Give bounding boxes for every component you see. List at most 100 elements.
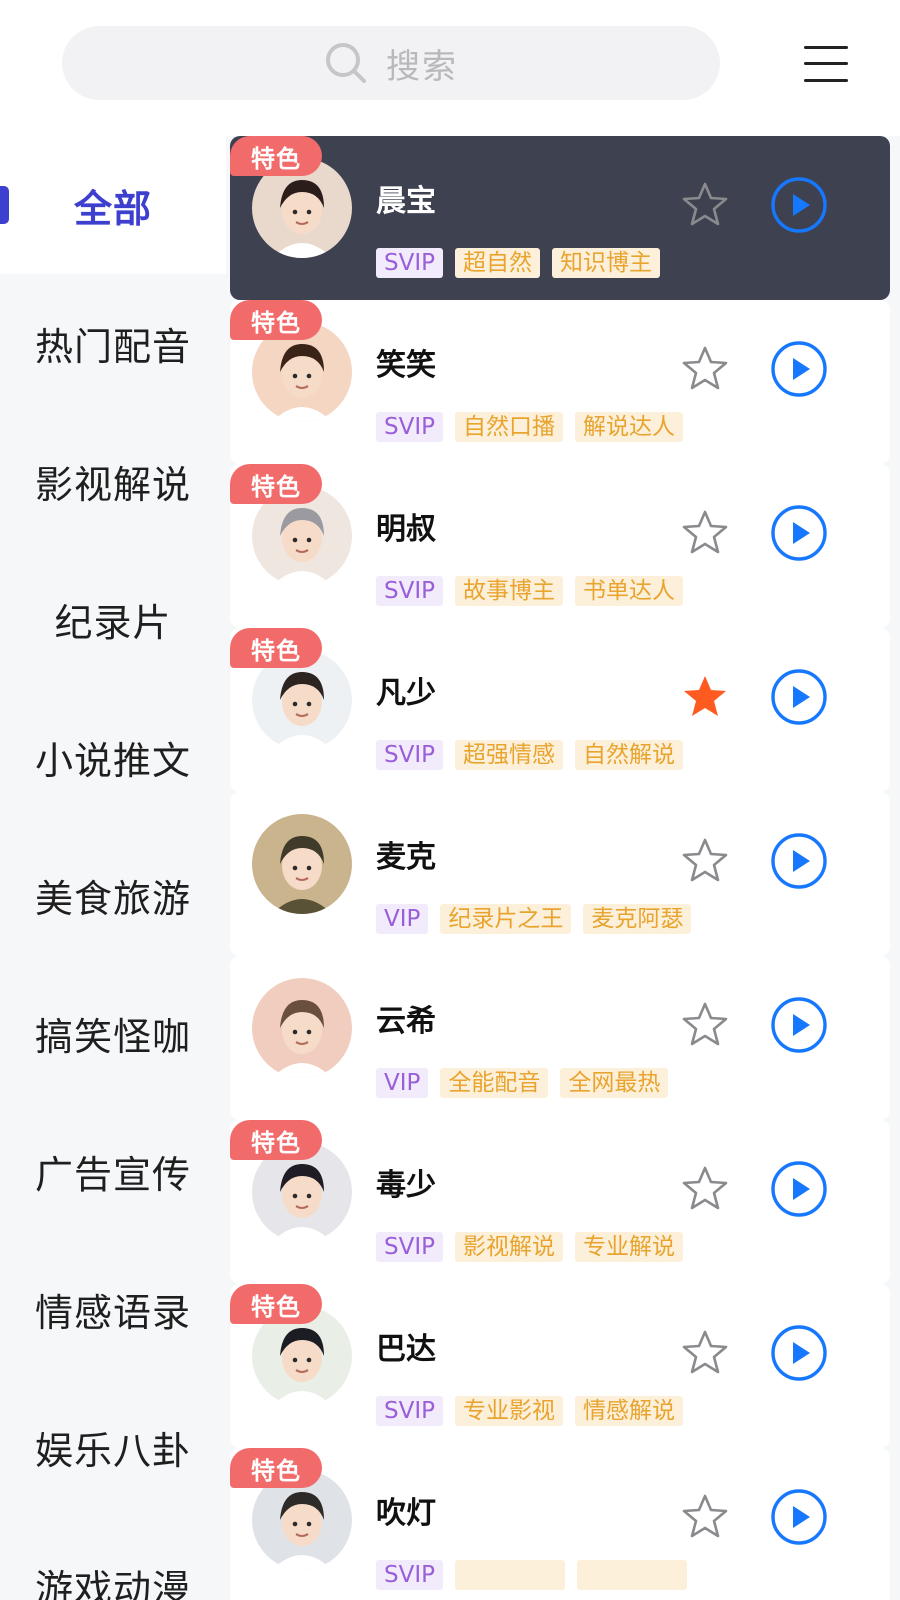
- featured-badge: 特色: [230, 628, 322, 668]
- sidebar-item-category[interactable]: 情感语录: [0, 1240, 226, 1378]
- voice-tags: SVIP 专业影视 情感解说: [376, 1396, 683, 1426]
- voice-card[interactable]: 云希 VIP 全能配音 全网最热: [230, 956, 890, 1120]
- sidebar-item-category[interactable]: 游戏动漫: [0, 1516, 226, 1600]
- feature-tag: 书单达人: [575, 576, 683, 606]
- feature-tag: 专业影视: [455, 1396, 563, 1426]
- voice-name: 云希: [376, 1004, 436, 1039]
- search-inner: 搜索: [324, 26, 458, 100]
- voice-tags: VIP 全能配音 全网最热: [376, 1068, 669, 1098]
- featured-badge: 特色: [230, 1448, 322, 1488]
- feature-tag: 全网最热: [560, 1068, 669, 1098]
- voice-card[interactable]: 特色巴达 SVIP 专业影视 情感解说: [230, 1284, 890, 1448]
- feature-tag: 自然口播: [455, 412, 563, 442]
- star-icon[interactable]: [680, 508, 730, 558]
- voice-tags: SVIP 超强情感 自然解说: [376, 740, 683, 770]
- featured-badge: 特色: [230, 1120, 322, 1160]
- play-circle-icon[interactable]: [770, 832, 828, 890]
- star-icon[interactable]: [680, 180, 730, 230]
- voice-tags: SVIP 影视解说 专业解说: [376, 1232, 683, 1262]
- avatar: [252, 978, 352, 1078]
- voice-name: 明叔: [376, 512, 436, 547]
- feature-tag: [577, 1560, 687, 1590]
- voice-name: 笑笑: [376, 348, 436, 383]
- voice-card[interactable]: 特色 吹灯 SVIP: [230, 1448, 890, 1600]
- play-circle-icon[interactable]: [770, 340, 828, 398]
- membership-tag: SVIP: [376, 412, 443, 442]
- sidebar-item-category[interactable]: 影视解说: [0, 412, 226, 550]
- featured-badge: 特色: [230, 300, 322, 340]
- feature-tag: 解说达人: [575, 412, 683, 442]
- voice-name: 晨宝: [376, 184, 436, 219]
- play-circle-icon[interactable]: [770, 176, 828, 234]
- featured-badge: 特色: [230, 464, 322, 504]
- category-label: 搞笑怪咖: [34, 1014, 191, 1059]
- star-icon[interactable]: [680, 1000, 730, 1050]
- star-icon[interactable]: [680, 672, 730, 722]
- feature-tag: 知识博主: [552, 248, 660, 278]
- search-placeholder: 搜索: [386, 46, 458, 87]
- sidebar-item-category[interactable]: 搞笑怪咖: [0, 964, 226, 1102]
- star-icon[interactable]: [680, 836, 730, 886]
- category-label: 小说推文: [34, 738, 191, 783]
- voice-card[interactable]: 特色笑笑 SVIP 自然口播 解说达人: [230, 300, 890, 464]
- star-icon[interactable]: [680, 1492, 730, 1542]
- sidebar-item-category[interactable]: 娱乐八卦: [0, 1378, 226, 1516]
- voice-card[interactable]: 特色毒少 SVIP 影视解说 专业解说: [230, 1120, 890, 1284]
- star-icon[interactable]: [680, 1164, 730, 1214]
- membership-tag: SVIP: [376, 576, 443, 606]
- play-circle-icon[interactable]: [770, 504, 828, 562]
- category-label: 娱乐八卦: [34, 1428, 191, 1473]
- category-label: 情感语录: [34, 1290, 191, 1335]
- avatar: [252, 814, 352, 914]
- sidebar-item-category[interactable]: 美食旅游: [0, 826, 226, 964]
- search-icon: [324, 41, 368, 85]
- feature-tag: 情感解说: [575, 1396, 683, 1426]
- voice-tags: VIP 纪录片之王 麦克阿瑟: [376, 904, 692, 934]
- sidebar-item-category[interactable]: 纪录片: [0, 550, 226, 688]
- membership-tag: SVIP: [376, 1232, 443, 1262]
- search-bar[interactable]: 搜索: [62, 26, 720, 100]
- category-label: 游戏动漫: [34, 1566, 191, 1600]
- category-label: 全部: [73, 186, 152, 231]
- featured-badge: 特色: [230, 136, 322, 176]
- category-label: 美食旅游: [34, 876, 191, 921]
- voice-tags: SVIP 超自然 知识博主: [376, 248, 660, 278]
- voice-card[interactable]: 特色晨宝 SVIP 超自然 知识博主: [230, 136, 890, 300]
- membership-tag: SVIP: [376, 1560, 443, 1590]
- membership-tag: VIP: [376, 904, 429, 934]
- play-circle-icon[interactable]: [770, 1324, 828, 1382]
- feature-tag: 纪录片之王: [440, 904, 572, 934]
- featured-badge: 特色: [230, 1284, 322, 1324]
- membership-tag: SVIP: [376, 1396, 443, 1426]
- feature-tag: 麦克阿瑟: [583, 904, 692, 934]
- voice-name: 毒少: [376, 1168, 436, 1203]
- membership-tag: SVIP: [376, 248, 443, 278]
- category-label: 纪录片: [54, 600, 172, 645]
- feature-tag: 故事博主: [455, 576, 563, 606]
- voice-name: 麦克: [376, 840, 436, 875]
- feature-tag: 专业解说: [575, 1232, 683, 1262]
- hamburger-menu-icon[interactable]: [804, 46, 848, 82]
- sidebar-item-category[interactable]: 全部: [0, 136, 226, 274]
- sidebar-item-category[interactable]: 广告宣传: [0, 1102, 226, 1240]
- play-circle-icon[interactable]: [770, 996, 828, 1054]
- voice-name: 巴达: [376, 1332, 436, 1367]
- sidebar-item-category[interactable]: 热门配音: [0, 274, 226, 412]
- play-circle-icon[interactable]: [770, 1488, 828, 1546]
- play-circle-icon[interactable]: [770, 1160, 828, 1218]
- voice-tags: SVIP: [376, 1560, 687, 1590]
- voice-card[interactable]: 特色明叔 SVIP 故事博主 书单达人: [230, 464, 890, 628]
- category-label: 广告宣传: [34, 1152, 191, 1197]
- voice-card[interactable]: 麦克 VIP 纪录片之王 麦克阿瑟: [230, 792, 890, 956]
- sidebar-item-category[interactable]: 小说推文: [0, 688, 226, 826]
- voice-list: 特色 晨宝 SVIP 超自然 知识博主 特色 笑笑 SVIP 自然口播 解说达人 特色 明叔 SVIP 故…: [226, 136, 900, 1600]
- feature-tag: 自然解说: [575, 740, 683, 770]
- play-circle-icon[interactable]: [770, 668, 828, 726]
- star-icon[interactable]: [680, 344, 730, 394]
- star-icon[interactable]: [680, 1328, 730, 1378]
- membership-tag: SVIP: [376, 740, 443, 770]
- feature-tag: 超自然: [455, 248, 540, 278]
- voice-card[interactable]: 特色 凡少 SVIP 超强情感 自然解说: [230, 628, 890, 792]
- feature-tag: [455, 1560, 565, 1590]
- feature-tag: 超强情感: [455, 740, 563, 770]
